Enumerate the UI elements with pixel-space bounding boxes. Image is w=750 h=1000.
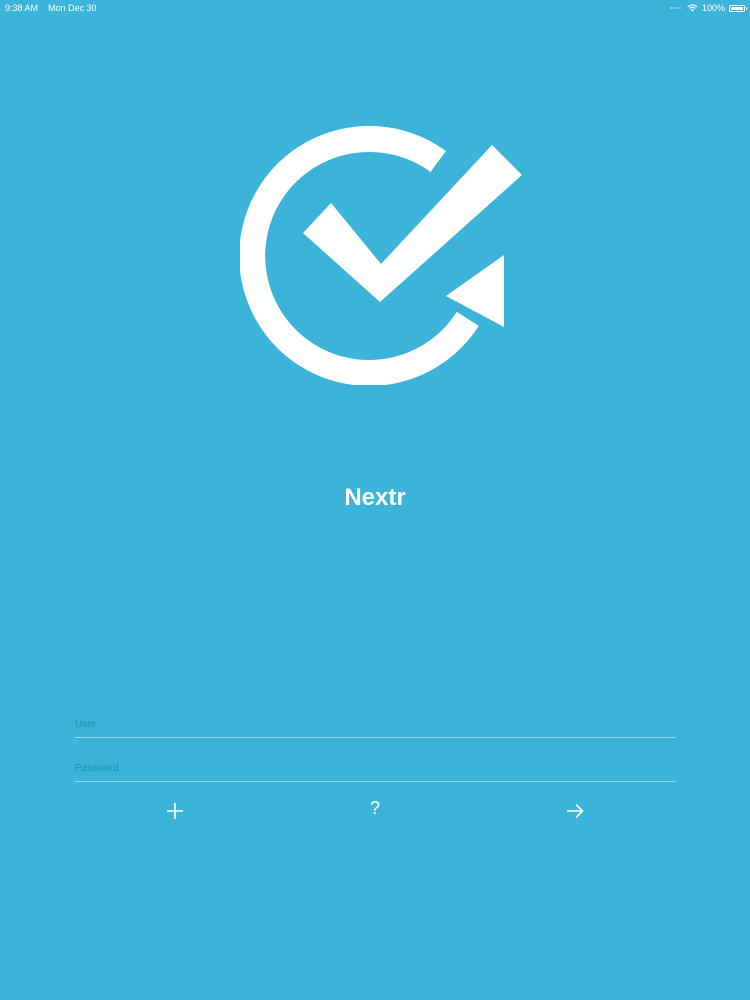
login-button[interactable]: [560, 794, 590, 822]
password-field-container: [75, 757, 676, 782]
add-account-button[interactable]: [160, 794, 190, 822]
arrow-right-icon: [567, 803, 584, 819]
user-input[interactable]: [75, 713, 676, 735]
status-bar: 9:38 AM Mon Dec 30 100%: [0, 0, 750, 16]
status-time: 9:38 AM: [5, 3, 39, 13]
battery-fill: [731, 6, 743, 10]
cellular-signal-icon: [669, 7, 681, 9]
check-refresh-logo-icon: [240, 125, 522, 385]
battery-icon: [729, 4, 747, 12]
wifi-icon: [687, 4, 698, 12]
password-input[interactable]: [75, 757, 676, 779]
status-date: Mon Dec 30: [48, 3, 97, 13]
plus-icon: [167, 803, 183, 819]
battery-percent: 100%: [701, 3, 725, 13]
status-indicators: 100%: [669, 1, 747, 15]
help-button[interactable]: ?: [360, 794, 390, 822]
user-field-container: [75, 713, 676, 738]
app-title: Nextr: [344, 484, 406, 511]
help-label: ?: [369, 798, 380, 818]
